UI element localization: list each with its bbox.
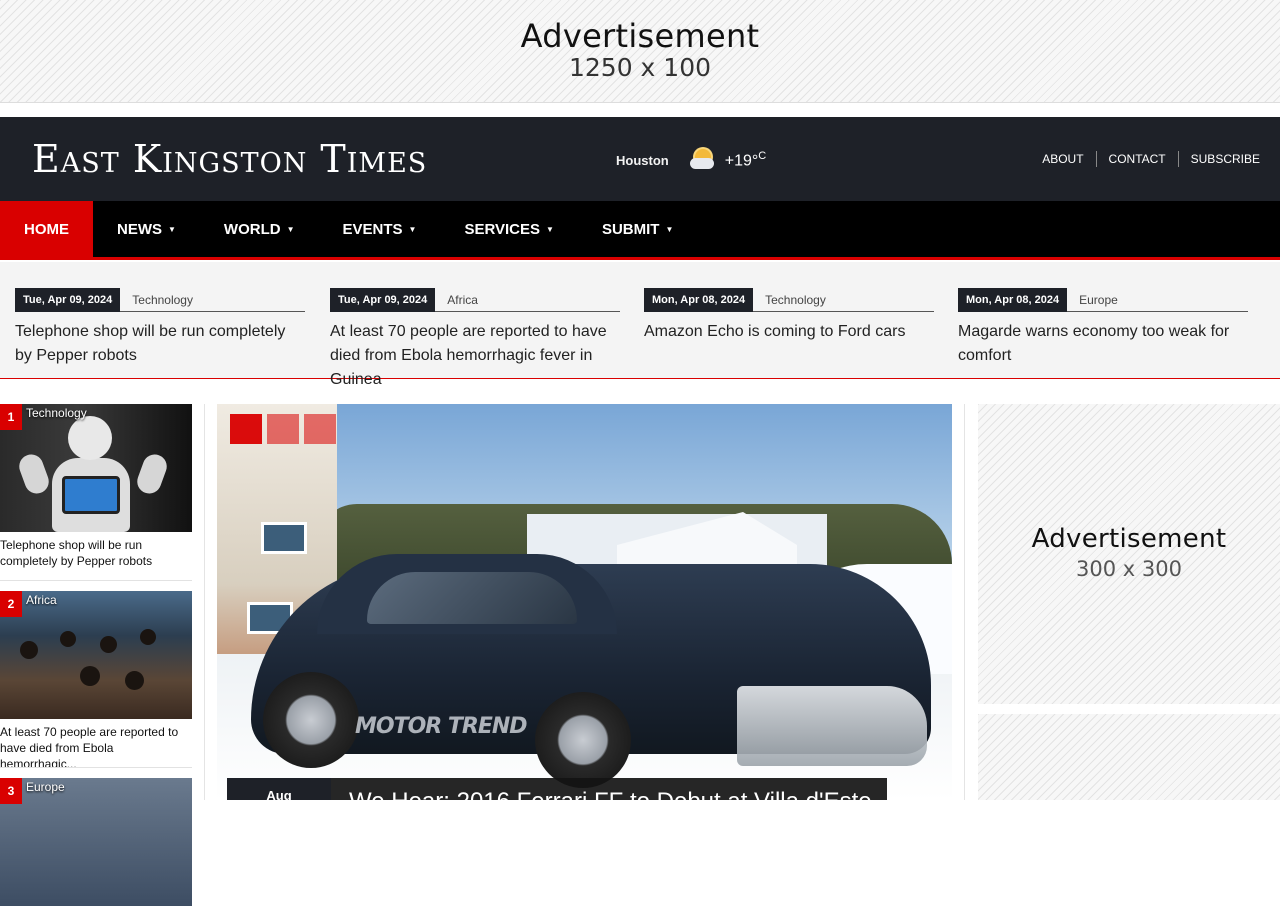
ticker-item[interactable]: Mon, Apr 08, 2024 Technology Amazon Echo … (644, 287, 934, 344)
crowd-photo[interactable]: 2 Africa (0, 591, 192, 719)
nav-item-world[interactable]: WORLD ▼ (200, 201, 319, 258)
caret-down-icon: ▼ (665, 225, 674, 234)
partly-cloudy-icon (689, 147, 715, 173)
category-label[interactable]: Technology (26, 406, 87, 420)
slide-dot-2[interactable] (267, 414, 299, 444)
europe-photo[interactable]: 3 Europe (0, 778, 192, 906)
ticker-item[interactable]: Tue, Apr 09, 2024 Technology Telephone sh… (15, 287, 305, 368)
rank-badge: 3 (0, 778, 22, 804)
nav-item-news[interactable]: NEWS ▼ (93, 201, 200, 258)
ticker-date: Tue, Apr 09, 2024 (330, 287, 436, 312)
popular-list: 1 Technology Telephone shop will be run … (0, 404, 192, 906)
caret-down-icon: ▼ (546, 225, 554, 234)
nav-item-home[interactable]: HOME (0, 201, 93, 258)
car-watermark: MOTOR TREND (355, 714, 528, 739)
top-ad-size: 1250 x 100 (568, 53, 712, 82)
nav-item-events[interactable]: EVENTS ▼ (319, 201, 441, 258)
rank-badge: 1 (0, 404, 22, 430)
robot-photo[interactable]: 1 Technology (0, 404, 192, 532)
top-ad-title: Advertisement (520, 17, 760, 55)
slider-pagination (230, 414, 341, 444)
ticker-item[interactable]: Mon, Apr 08, 2024 Europe Magarde warns ec… (958, 287, 1248, 368)
category-label[interactable]: Africa (26, 593, 57, 607)
ticker-category[interactable]: Africa (435, 293, 478, 307)
category-label[interactable]: Europe (26, 780, 65, 794)
sidebar-ad-size: 300 x 300 (1076, 557, 1182, 581)
top-advertisement[interactable]: Advertisement 1250 x 100 (0, 0, 1280, 103)
news-ticker: Tue, Apr 09, 2024 Technology Telephone sh… (0, 262, 1280, 388)
feature-caption[interactable]: Aug We Hear: 2016 Ferrari FF to Debut at… (227, 778, 887, 800)
about-link[interactable]: ABOUT (1030, 151, 1095, 167)
ticker-item[interactable]: Tue, Apr 09, 2024 Africa At least 70 peop… (330, 287, 620, 392)
contact-link[interactable]: CONTACT (1095, 151, 1178, 167)
feature-date: Aug (227, 778, 331, 800)
list-item-title[interactable]: At least 70 people are reported to have … (0, 719, 192, 768)
nav-item-services[interactable]: SERVICES ▼ (440, 201, 578, 258)
main-nav: HOME NEWS ▼ WORLD ▼ EVENTS ▼ SERVICES ▼ SUBM… (0, 201, 1280, 260)
slide-dot-3[interactable] (304, 414, 336, 444)
ticker-title[interactable]: Magarde warns economy too weak for comfo… (958, 320, 1248, 368)
column-divider (964, 404, 965, 800)
ticker-date: Mon, Apr 08, 2024 (958, 287, 1068, 312)
nav-item-submit[interactable]: SUBMIT ▼ (578, 201, 697, 258)
weather-city: Houston (616, 152, 669, 168)
featured-slider[interactable]: MOTOR TREND Aug We Hear: 2016 Ferrari FF… (217, 404, 952, 800)
list-item-title[interactable]: Telephone shop will be run completely by… (0, 532, 192, 581)
list-item[interactable]: 1 Technology Telephone shop will be run … (0, 404, 192, 581)
subscribe-link[interactable]: SUBSCRIBE (1177, 151, 1260, 167)
sidebar-advertisement[interactable]: Advertisement 300 x 300 (978, 404, 1280, 704)
ticker-title[interactable]: Amazon Echo is coming to Ford cars (644, 320, 934, 344)
sidebar-ad-title: Advertisement (1031, 524, 1227, 554)
ticker-date: Mon, Apr 08, 2024 (644, 287, 754, 312)
ticker-title[interactable]: At least 70 people are reported to have … (330, 320, 620, 392)
caret-down-icon: ▼ (408, 225, 417, 234)
ticker-category[interactable]: Technology (753, 293, 826, 307)
ticker-date: Tue, Apr 09, 2024 (15, 287, 121, 312)
slide-dot-1[interactable] (230, 414, 262, 444)
ticker-category[interactable]: Europe (1067, 293, 1118, 307)
ticker-category[interactable]: Technology (120, 293, 193, 307)
site-header: East Kingston Times Houston +19°C ABOUT … (0, 117, 1280, 201)
top-links: ABOUT CONTACT SUBSCRIBE (1030, 151, 1260, 167)
site-title[interactable]: East Kingston Times (32, 137, 427, 181)
ticker-title[interactable]: Telephone shop will be run completely by… (15, 320, 305, 368)
weather-widget: Houston +19°C (616, 145, 766, 175)
column-divider (204, 404, 205, 800)
caret-down-icon: ▼ (168, 225, 176, 234)
sidebar-advertisement-2[interactable] (978, 714, 1280, 800)
feature-title[interactable]: We Hear: 2016 Ferrari FF to Debut at Vil… (331, 778, 872, 800)
caret-down-icon: ▼ (286, 225, 295, 234)
weather-temperature: +19°C (724, 149, 767, 170)
rank-badge: 2 (0, 591, 22, 617)
list-item[interactable]: 3 Europe (0, 778, 192, 906)
list-item[interactable]: 2 Africa At least 70 people are reported… (0, 591, 192, 768)
